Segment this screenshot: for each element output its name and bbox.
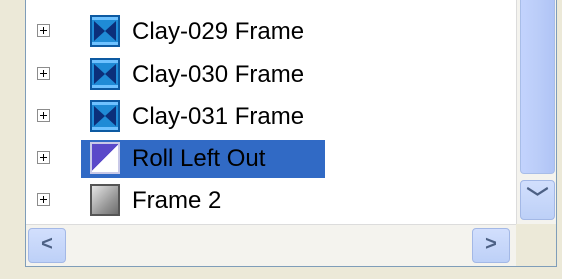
clay-frame-icon xyxy=(90,58,120,90)
tree-item-label: Clay-029 Frame xyxy=(132,18,305,45)
tree-item-label: Clay-030 Frame xyxy=(132,61,305,88)
tree-panel: Clay-029 Frame Clay-030 Frame Clay-031 F… xyxy=(25,0,557,267)
tree-item-clay-030[interactable]: Clay-030 Frame xyxy=(26,55,516,95)
horizontal-scrollbar[interactable]: < > xyxy=(26,224,516,266)
scroll-right-button[interactable]: > xyxy=(472,228,510,263)
tree-item-clay-029[interactable]: Clay-029 Frame xyxy=(26,12,516,52)
expand-plus-icon[interactable] xyxy=(37,193,50,206)
transition-icon xyxy=(90,142,120,174)
tree-item-clay-031[interactable]: Clay-031 Frame xyxy=(26,97,516,137)
scrollbar-corner xyxy=(516,224,556,266)
tree-view[interactable]: Clay-029 Frame Clay-030 Frame Clay-031 F… xyxy=(26,0,516,224)
tree-item-roll-left-out[interactable]: Roll Left Out xyxy=(26,139,516,179)
expand-plus-icon[interactable] xyxy=(37,24,50,37)
tree-item-label: Clay-031 Frame xyxy=(132,103,305,130)
vertical-scrollbar[interactable]: ﹀ xyxy=(516,0,556,224)
expand-plus-icon[interactable] xyxy=(37,109,50,122)
frame-icon xyxy=(90,184,120,216)
vertical-scroll-thumb[interactable] xyxy=(520,0,555,174)
scroll-down-button[interactable]: ﹀ xyxy=(520,180,555,220)
clay-frame-icon xyxy=(90,15,120,47)
scroll-left-button[interactable]: < xyxy=(28,228,66,263)
chevron-left-icon: < xyxy=(41,233,53,255)
tree-item-label: Frame 2 xyxy=(132,187,222,214)
clay-frame-icon xyxy=(90,100,120,132)
expand-plus-icon[interactable] xyxy=(37,67,50,80)
tree-item-frame-2[interactable]: Frame 2 xyxy=(26,181,516,221)
chevron-right-icon: > xyxy=(485,233,497,255)
tree-item-label: Roll Left Out xyxy=(132,145,266,172)
chevron-down-icon: ﹀ xyxy=(526,186,549,211)
expand-plus-icon[interactable] xyxy=(37,151,50,164)
